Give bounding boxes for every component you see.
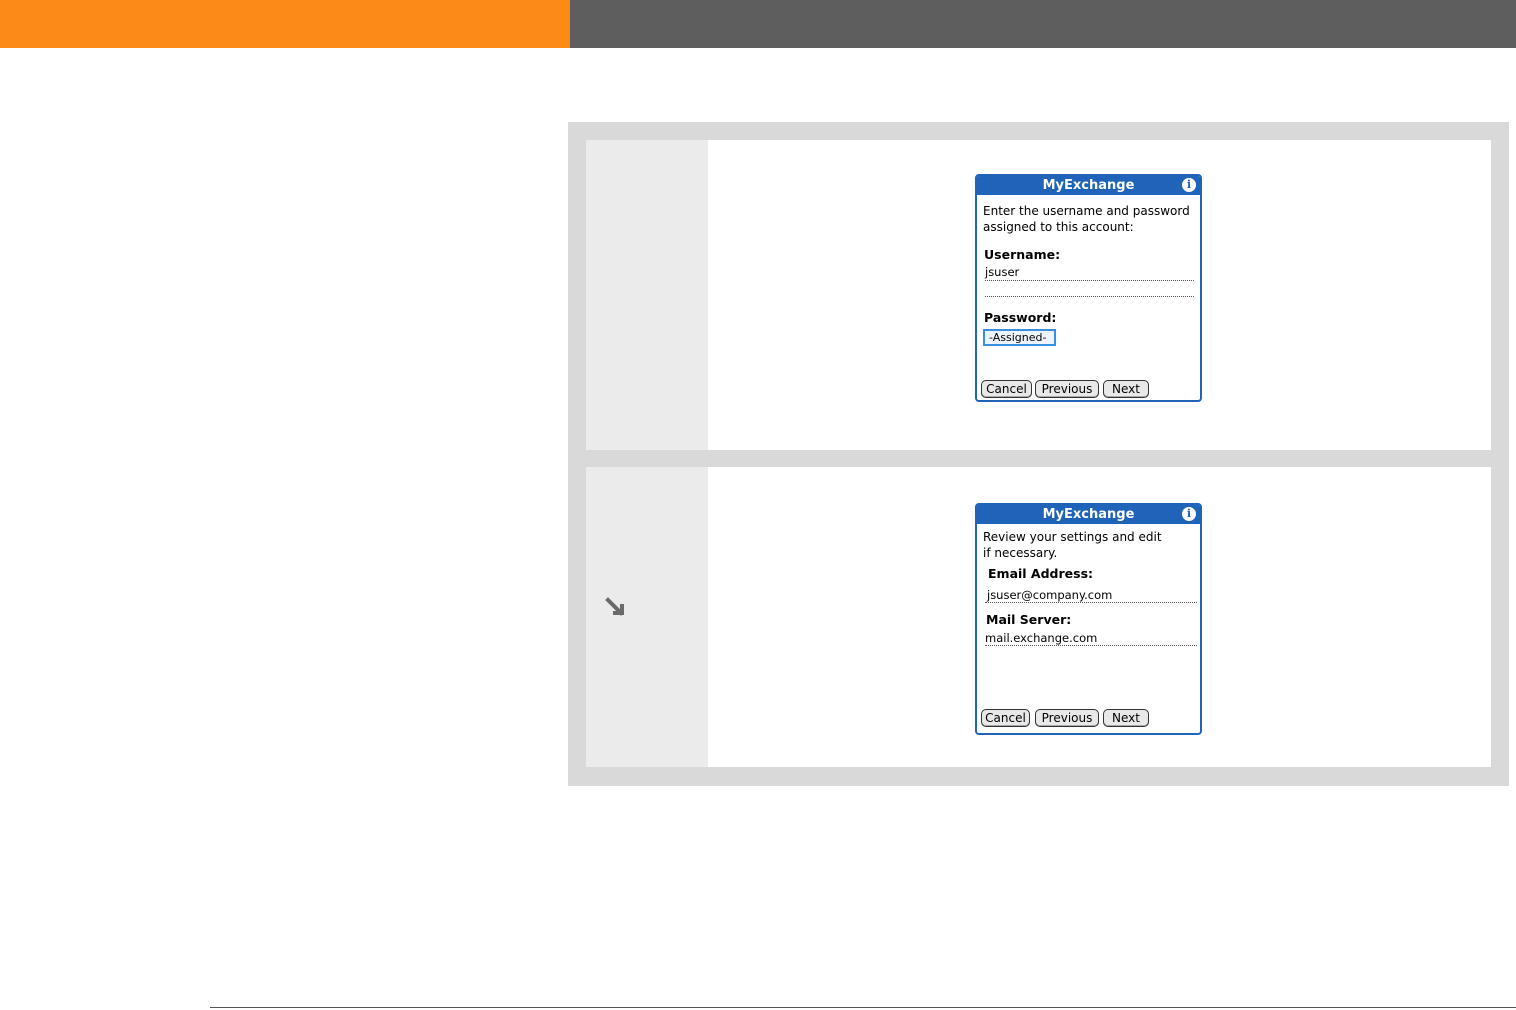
mail-server-label: Mail Server: [986, 612, 1072, 627]
step-number-column [586, 140, 708, 450]
dialog-title-bar: MyExchange i [977, 505, 1200, 524]
footer-rule [210, 1007, 1516, 1008]
dialog-instructions-line-2: assigned to this account: [983, 220, 1134, 234]
username-field-underline-2 [985, 296, 1194, 297]
header-gray-bar [570, 0, 1516, 48]
dialog-instructions-line-1: Review your settings and edit [983, 530, 1162, 544]
myexchange-dialog-review: MyExchange i Review your settings and ed… [975, 503, 1202, 735]
dialog-title-bar: MyExchange i [977, 176, 1200, 195]
dialog-instructions-line-2: if necessary. [983, 546, 1058, 560]
email-address-field[interactable]: jsuser@company.com [987, 588, 1112, 602]
username-field-underline [985, 280, 1194, 281]
header-orange-bar [0, 0, 570, 48]
next-button[interactable]: Next [1103, 709, 1149, 727]
info-icon[interactable]: i [1182, 178, 1196, 192]
previous-button[interactable]: Previous [1035, 380, 1099, 398]
step-2: MyExchange i Review your settings and ed… [586, 467, 1491, 767]
dialog-title: MyExchange [1042, 178, 1135, 193]
dialog-instructions-line-1: Enter the username and password [983, 204, 1190, 218]
username-label: Username: [984, 247, 1061, 262]
mail-server-field[interactable]: mail.exchange.com [985, 631, 1097, 645]
password-selector[interactable]: -Assigned- [983, 329, 1056, 346]
password-label: Password: [984, 310, 1057, 325]
next-button[interactable]: Next [1103, 380, 1149, 398]
steps-panel: MyExchange i Enter the username and pass… [568, 122, 1509, 786]
dialog-title: MyExchange [1042, 507, 1135, 522]
cancel-button[interactable]: Cancel [981, 380, 1032, 398]
info-icon[interactable]: i [1182, 507, 1196, 521]
previous-button[interactable]: Previous [1035, 709, 1099, 727]
step-1: MyExchange i Enter the username and pass… [586, 140, 1491, 450]
myexchange-dialog-credentials: MyExchange i Enter the username and pass… [975, 174, 1202, 402]
username-field[interactable]: jsuser [985, 265, 1019, 279]
step-number-column [586, 467, 708, 767]
cancel-button[interactable]: Cancel [981, 709, 1030, 727]
email-address-label: Email Address: [988, 566, 1094, 581]
arrow-down-right-icon [605, 597, 624, 616]
email-field-underline [985, 602, 1197, 603]
mail-server-field-underline [985, 645, 1197, 646]
